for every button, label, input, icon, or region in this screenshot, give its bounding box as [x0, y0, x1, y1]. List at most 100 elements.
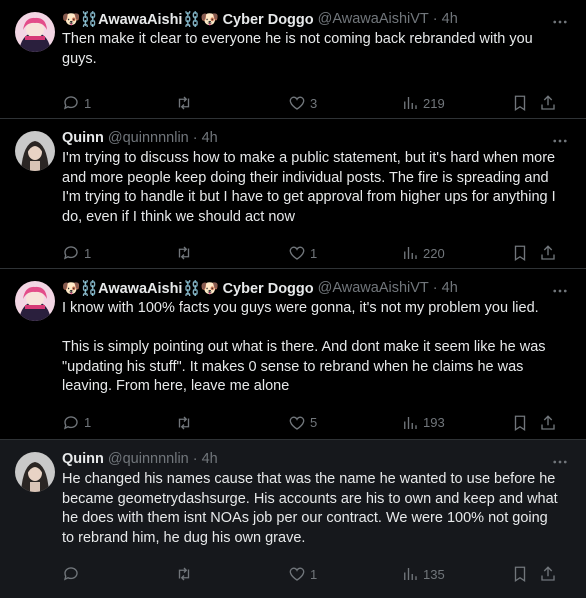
reply-icon: [63, 246, 78, 260]
bookmark-button[interactable]: [511, 565, 539, 583]
share-button[interactable]: [539, 414, 559, 432]
like-button[interactable]: 5: [288, 414, 401, 432]
views-count: 220: [423, 245, 445, 261]
tweet-actions: 1 1 220: [62, 233, 570, 273]
bookmark-button[interactable]: [511, 244, 539, 262]
tweet-header: 🐶⛓️AwawaAishi⛓️🐶 Cyber Doggo @AwawaAishi…: [62, 277, 570, 299]
avatar[interactable]: [15, 12, 55, 52]
share-button[interactable]: [539, 94, 559, 112]
views-icon: [404, 97, 417, 109]
timestamp[interactable]: 4h: [202, 130, 218, 146]
reply-count: 1: [84, 415, 92, 430]
heart-icon: [289, 246, 305, 260]
like-button[interactable]: 1: [288, 565, 401, 583]
display-name[interactable]: 🐶⛓️AwawaAishi⛓️🐶 Cyber Doggo: [62, 11, 314, 28]
display-name[interactable]: Quinn: [62, 130, 104, 146]
reply-icon: [63, 567, 78, 581]
bookmark-button[interactable]: [511, 94, 539, 112]
more-button[interactable]: [550, 131, 570, 151]
tweet-text: Then make it clear to everyone he is not…: [62, 31, 537, 67]
share-button[interactable]: [539, 565, 559, 583]
retweet-icon: [178, 96, 190, 110]
tweet-text: He changed his names cause that was the …: [62, 471, 562, 546]
tweet-actions: 1 5 193: [62, 403, 570, 443]
share-icon: [541, 95, 555, 110]
retweet-icon: [178, 567, 190, 581]
like-count: 1: [310, 566, 318, 582]
separator-dot: ·: [192, 130, 198, 146]
retweet-button[interactable]: [175, 244, 288, 262]
avatar[interactable]: [15, 131, 55, 171]
retweet-button[interactable]: [175, 414, 288, 432]
timestamp[interactable]: 4h: [202, 451, 218, 467]
reply-button[interactable]: 1: [62, 244, 175, 262]
more-icon: [553, 20, 567, 24]
views-icon: [404, 416, 417, 429]
handle[interactable]: @AwawaAishiVT: [318, 280, 429, 296]
views-icon: [404, 247, 417, 259]
display-name[interactable]: 🐶⛓️AwawaAishi⛓️🐶 Cyber Doggo: [62, 280, 314, 297]
views-icon: [404, 568, 417, 580]
handle[interactable]: @AwawaAishiVT: [318, 11, 429, 27]
retweet-button[interactable]: [175, 565, 288, 583]
bookmark-icon: [514, 95, 526, 112]
timeline: 🐶⛓️AwawaAishi⛓️🐶 Cyber Doggo @AwawaAishi…: [0, 0, 586, 598]
tweet-actions: 1 3 219: [62, 83, 570, 123]
heart-icon: [289, 96, 305, 110]
bookmark-icon: [514, 245, 526, 262]
share-button[interactable]: [539, 244, 559, 262]
tweet-actions: 1 135: [62, 554, 570, 594]
reply-count: 1: [84, 95, 92, 111]
like-count: 3: [310, 95, 318, 111]
more-icon: [553, 460, 567, 464]
timestamp[interactable]: 4h: [442, 280, 458, 296]
tweet[interactable]: Quinn @quinnnnlin · 4h I'm trying to dis…: [0, 119, 586, 269]
more-button[interactable]: [550, 452, 570, 472]
more-icon: [553, 289, 567, 293]
like-button[interactable]: 1: [288, 244, 401, 262]
like-count: 5: [310, 415, 318, 430]
views-count: 135: [423, 566, 445, 582]
separator-dot: ·: [432, 11, 438, 27]
heart-icon: [289, 416, 305, 430]
tweet-header: Quinn @quinnnnlin · 4h: [62, 127, 570, 149]
share-icon: [541, 566, 555, 581]
bookmark-icon: [514, 566, 526, 583]
avatar[interactable]: [15, 281, 55, 321]
views-button[interactable]: 135: [401, 565, 511, 583]
views-button[interactable]: 193: [401, 414, 511, 432]
share-icon: [541, 414, 555, 430]
more-button[interactable]: [550, 12, 570, 32]
tweet[interactable]: Quinn @quinnnnlin · 4h He changed his na…: [0, 440, 586, 598]
share-icon: [541, 245, 555, 260]
handle[interactable]: @quinnnnlin: [108, 451, 189, 467]
tweet[interactable]: 🐶⛓️AwawaAishi⛓️🐶 Cyber Doggo @AwawaAishi…: [0, 0, 586, 119]
bookmark-button[interactable]: [511, 414, 539, 432]
bookmark-icon: [514, 415, 526, 431]
like-count: 1: [310, 245, 318, 261]
handle[interactable]: @quinnnnlin: [108, 130, 189, 146]
reply-button[interactable]: 1: [62, 94, 175, 112]
timestamp[interactable]: 4h: [442, 11, 458, 27]
views-button[interactable]: 220: [401, 244, 511, 262]
avatar[interactable]: [15, 452, 55, 492]
reply-button[interactable]: [62, 565, 175, 583]
more-icon: [553, 139, 567, 143]
more-button[interactable]: [550, 281, 570, 301]
views-count: 219: [423, 95, 445, 111]
tweet-text: I'm trying to discuss how to make a publ…: [62, 150, 560, 225]
tweet-text: I know with 100% facts you guys were gon…: [62, 300, 546, 394]
retweet-icon: [178, 416, 190, 429]
views-button[interactable]: 219: [401, 94, 511, 112]
views-count: 193: [423, 415, 445, 430]
reply-icon: [63, 96, 78, 110]
separator-dot: ·: [432, 280, 438, 296]
retweet-icon: [178, 246, 190, 260]
tweet-header: Quinn @quinnnnlin · 4h: [62, 448, 570, 470]
retweet-button[interactable]: [175, 94, 288, 112]
display-name[interactable]: Quinn: [62, 451, 104, 467]
like-button[interactable]: 3: [288, 94, 401, 112]
tweet[interactable]: 🐶⛓️AwawaAishi⛓️🐶 Cyber Doggo @AwawaAishi…: [0, 269, 586, 440]
reply-button[interactable]: 1: [62, 414, 175, 432]
separator-dot: ·: [192, 451, 198, 467]
